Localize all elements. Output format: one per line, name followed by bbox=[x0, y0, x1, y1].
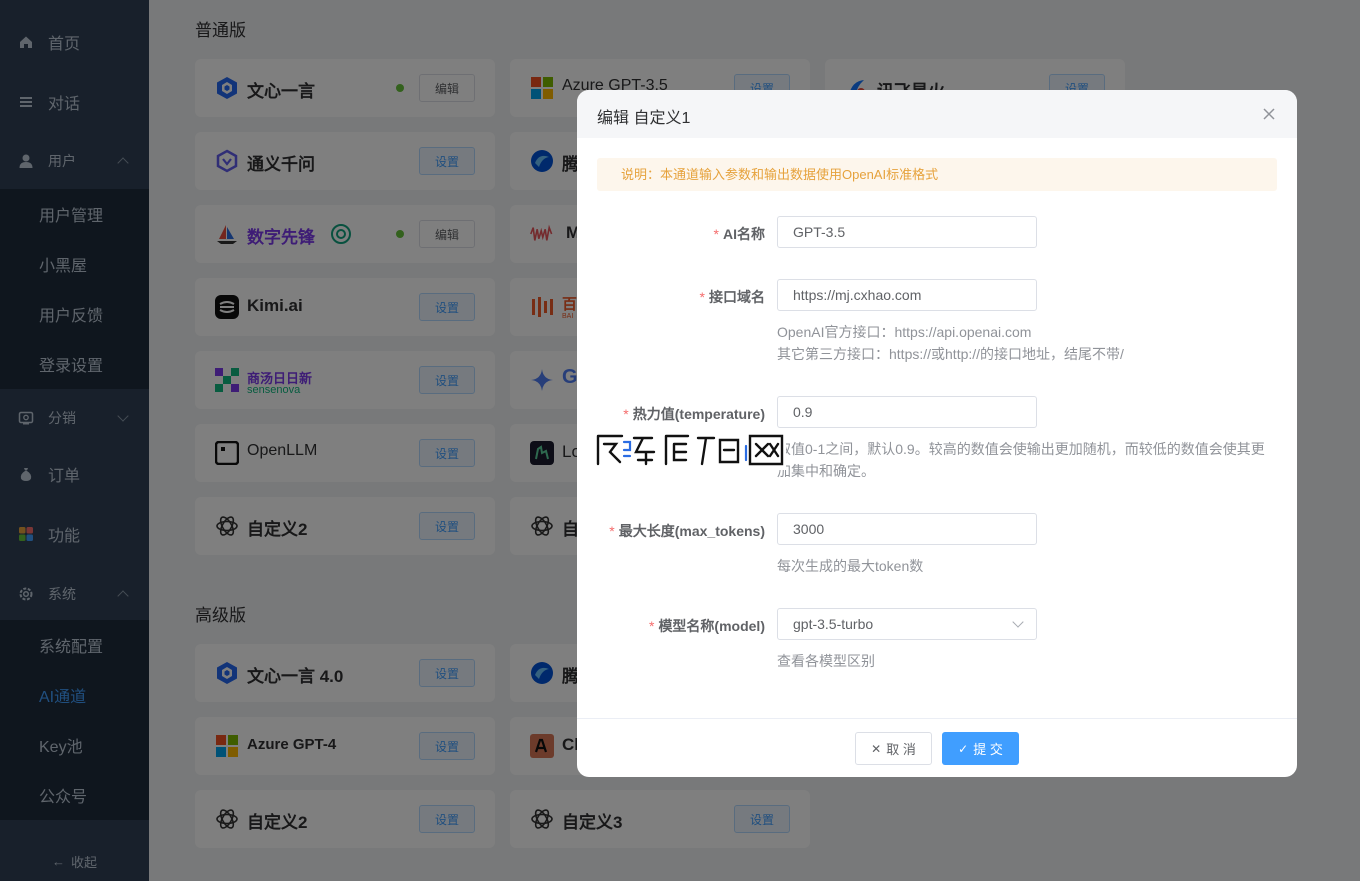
cancel-label: 取 消 bbox=[886, 742, 916, 757]
dialog-title: 编辑 自定义1 bbox=[597, 110, 691, 127]
close-icon[interactable] bbox=[1261, 106, 1277, 122]
close-icon: ✕ bbox=[871, 741, 882, 756]
domain-input[interactable]: https://mj.cxhao.com bbox=[777, 279, 1037, 311]
domain-hint: OpenAI官方接口：https://api.openai.com bbox=[777, 324, 1032, 340]
notice-alert: 说明：本通道输入参数和输出数据使用OpenAI标准格式 bbox=[597, 158, 1277, 191]
cancel-button[interactable]: ✕ 取 消 bbox=[855, 732, 932, 765]
temperature-hint: 取值0-1之间，默认0.9。较高的数值会使输出更加随机，而较低的数值会使其更 bbox=[777, 441, 1265, 457]
submit-button[interactable]: ✓ 提 交 bbox=[942, 732, 1019, 765]
temperature-input[interactable]: 0.9 bbox=[777, 396, 1037, 428]
check-icon: ✓ bbox=[958, 741, 969, 756]
model-label: * 模型名称(model) bbox=[648, 618, 765, 634]
model-select[interactable]: gpt-3.5-turbo bbox=[777, 608, 1037, 640]
submit-label: 提 交 bbox=[973, 742, 1003, 757]
dialog-header: 编辑 自定义1 bbox=[577, 90, 1297, 138]
max-tokens-label: * 最大长度(max_tokens) bbox=[609, 523, 765, 539]
chevron-down-icon bbox=[1012, 616, 1024, 628]
ai-name-input[interactable]: GPT-3.5 bbox=[777, 216, 1037, 248]
temperature-label: * 热力值(temperature) bbox=[623, 406, 765, 422]
footer-divider bbox=[577, 718, 1297, 719]
model-compare-link[interactable]: 查看各模型区别 bbox=[777, 650, 875, 672]
domain-label: * 接口域名 bbox=[699, 289, 765, 305]
max-tokens-hint: 每次生成的最大token数 bbox=[777, 558, 924, 574]
ai-name-label: * AI名称 bbox=[713, 226, 765, 242]
temperature-hint: 加集中和确定。 bbox=[777, 463, 875, 479]
max-tokens-input[interactable]: 3000 bbox=[777, 513, 1037, 545]
domain-hint: 其它第三方接口：https://或http://的接口地址，结尾不带/ bbox=[777, 346, 1124, 362]
watermark-logo bbox=[594, 430, 786, 470]
model-select-value: gpt-3.5-turbo bbox=[793, 616, 874, 632]
